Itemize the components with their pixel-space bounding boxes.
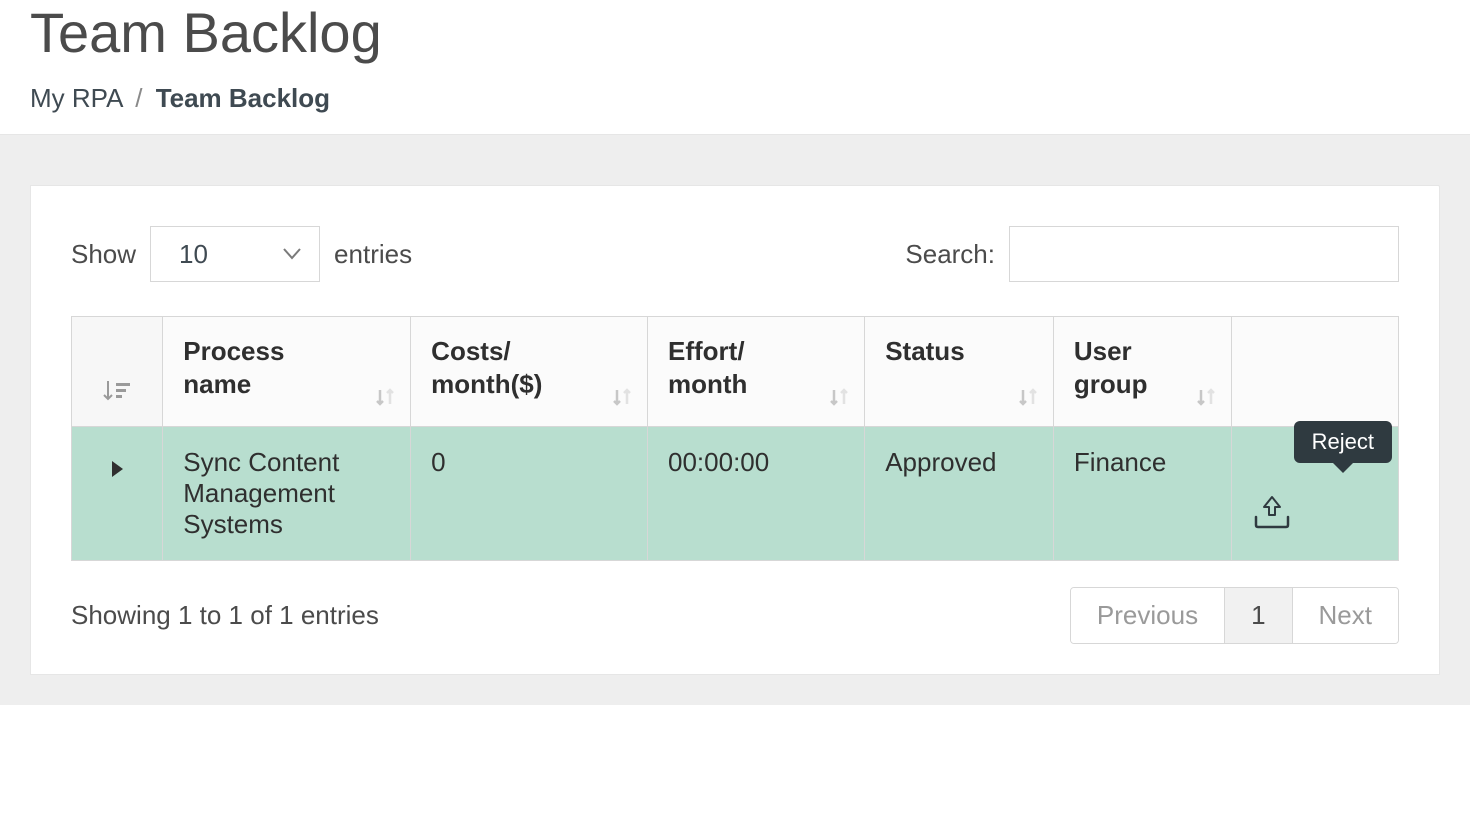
col-process-name[interactable]: Process name bbox=[163, 317, 411, 427]
sort-icon bbox=[826, 384, 852, 410]
page-title: Team Backlog bbox=[30, 0, 1440, 65]
breadcrumb-separator: / bbox=[135, 83, 142, 113]
col-expander[interactable] bbox=[72, 317, 163, 427]
page-header: Team Backlog My RPA / Team Backlog bbox=[0, 0, 1470, 135]
table-controls: Show 10 entries Search: bbox=[71, 226, 1399, 282]
col-effort[interactable]: Effort/ month bbox=[648, 317, 865, 427]
cell-user-group: Finance bbox=[1053, 427, 1231, 561]
pager-next[interactable]: Next bbox=[1293, 588, 1398, 643]
show-label-pre: Show bbox=[71, 239, 136, 270]
pager-page-1[interactable]: 1 bbox=[1225, 588, 1292, 643]
breadcrumb-root[interactable]: My RPA bbox=[30, 83, 122, 113]
breadcrumb-current: Team Backlog bbox=[156, 83, 330, 113]
show-label-post: entries bbox=[334, 239, 412, 270]
upload-icon[interactable] bbox=[1252, 495, 1378, 529]
col-label: Process name bbox=[183, 335, 350, 400]
cell-costs: 0 bbox=[411, 427, 648, 561]
sort-icon bbox=[1015, 384, 1041, 410]
col-actions bbox=[1232, 317, 1399, 427]
chevron-down-icon bbox=[283, 243, 301, 266]
table-footer: Showing 1 to 1 of 1 entries Previous 1 N… bbox=[71, 587, 1399, 644]
col-user-group[interactable]: User group bbox=[1053, 317, 1231, 427]
sort-icon bbox=[1193, 384, 1219, 410]
table-row[interactable]: Sync Content Management Systems 0 00:00:… bbox=[72, 427, 1399, 561]
reject-tooltip: Reject bbox=[1294, 421, 1392, 463]
row-expander[interactable] bbox=[72, 427, 163, 561]
col-costs[interactable]: Costs/ month($) bbox=[411, 317, 648, 427]
entries-value: 10 bbox=[179, 239, 208, 270]
pager: Previous 1 Next bbox=[1070, 587, 1399, 644]
table-info: Showing 1 to 1 of 1 entries bbox=[71, 600, 379, 631]
sort-icon bbox=[372, 384, 398, 410]
col-label: Costs/ month($) bbox=[431, 335, 587, 400]
cell-status: Approved bbox=[865, 427, 1054, 561]
content-area: Show 10 entries Search: bbox=[0, 135, 1470, 705]
col-status[interactable]: Status bbox=[865, 317, 1054, 427]
caret-right-icon bbox=[112, 461, 123, 477]
search-wrap: Search: bbox=[905, 226, 1399, 282]
sort-icon bbox=[609, 384, 635, 410]
cell-process-name: Sync Content Management Systems bbox=[163, 427, 411, 561]
data-panel: Show 10 entries Search: bbox=[30, 185, 1440, 675]
entries-select[interactable]: 10 bbox=[150, 226, 320, 282]
col-label: Status bbox=[885, 335, 993, 368]
search-label: Search: bbox=[905, 239, 995, 270]
col-label: Effort/ month bbox=[668, 335, 804, 400]
cell-actions: Reject bbox=[1232, 427, 1399, 561]
col-label: User group bbox=[1074, 335, 1171, 400]
sort-rank-icon bbox=[102, 377, 132, 410]
pager-previous[interactable]: Previous bbox=[1071, 588, 1225, 643]
cell-effort: 00:00:00 bbox=[648, 427, 865, 561]
breadcrumb: My RPA / Team Backlog bbox=[30, 83, 1440, 114]
show-entries: Show 10 entries bbox=[71, 226, 412, 282]
search-input[interactable] bbox=[1009, 226, 1399, 282]
backlog-table: Process name Costs/ month($) Effort/ mon… bbox=[71, 316, 1399, 561]
